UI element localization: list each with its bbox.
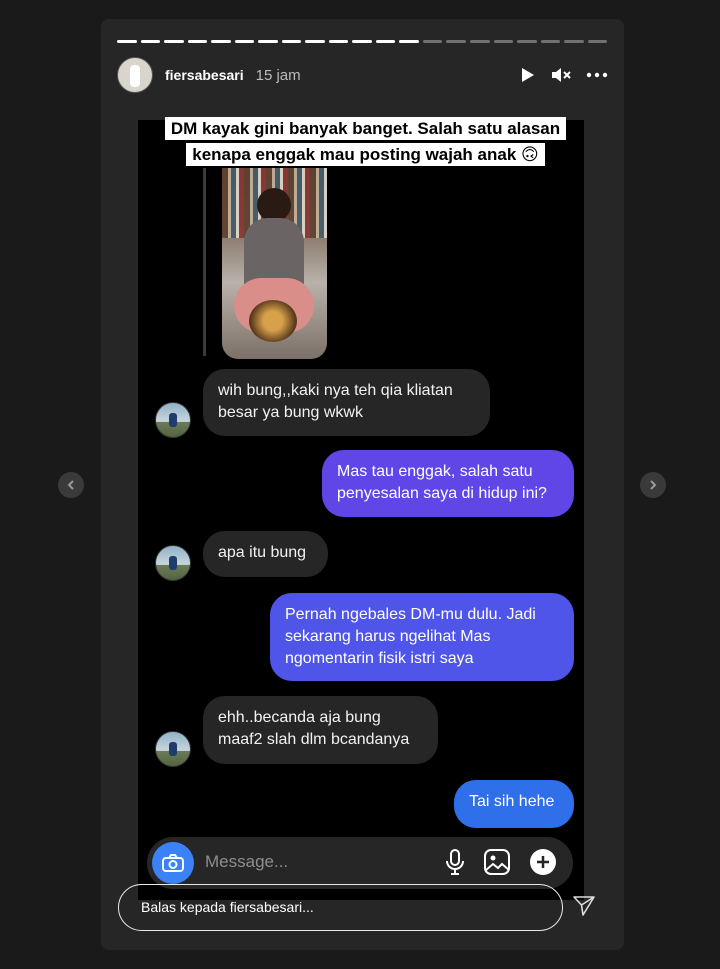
progress-segment: [211, 40, 231, 43]
sender-avatar: [155, 545, 191, 581]
message-outgoing: Mas tau enggak, salah satu penyesalan sa…: [322, 450, 574, 517]
progress-segment: [446, 40, 466, 43]
message-input[interactable]: Message...: [205, 852, 288, 872]
gallery-icon[interactable]: [483, 848, 511, 876]
progress-segment: [117, 40, 137, 43]
progress-segment: [164, 40, 184, 43]
progress-segment: [281, 40, 302, 43]
chevron-right-icon: [650, 480, 657, 490]
message-outgoing: Tai sih hehe: [454, 780, 574, 828]
mute-icon[interactable]: [550, 66, 572, 84]
username[interactable]: fiersabesari: [165, 67, 244, 83]
more-icon[interactable]: [586, 72, 608, 78]
progress-segment: [517, 40, 537, 43]
progress-segment: [352, 40, 372, 43]
post-time: 15 jam: [255, 66, 301, 84]
progress-segment: [399, 40, 419, 43]
plus-icon[interactable]: [529, 848, 557, 876]
message-outgoing: Pernah ngebales DM-mu dulu. Jadi sekaran…: [270, 593, 574, 681]
previous-story-button[interactable]: [58, 472, 84, 498]
story-header: fiersabesari 15 jam: [117, 57, 608, 93]
progress-segment: [140, 40, 161, 43]
message-incoming: ehh..becanda aja bung maaf2 slah dlm bca…: [203, 696, 438, 764]
story-caption: DM kayak gini banyak banget. Salah satu …: [138, 116, 593, 168]
progress-segment: [187, 40, 208, 43]
dm-screenshot: wih bung,,kaki nya teh qia kliatan besar…: [138, 120, 584, 900]
message-incoming: apa itu bung: [203, 531, 328, 577]
microphone-icon[interactable]: [445, 848, 465, 876]
story-viewer: fiersabesari 15 jam wih bung,,kaki nya t…: [101, 19, 624, 950]
progress-segment: [234, 40, 255, 43]
camera-button[interactable]: [152, 842, 194, 884]
reply-indicator: [203, 168, 206, 356]
story-progress-bar: [117, 40, 608, 43]
progress-segment: [305, 40, 325, 43]
sender-avatar: [155, 731, 191, 767]
send-icon[interactable]: [572, 895, 596, 917]
progress-segment: [493, 40, 514, 43]
progress-segment: [328, 40, 349, 43]
play-icon[interactable]: [518, 66, 536, 84]
progress-segment: [540, 40, 561, 43]
sender-avatar: [155, 402, 191, 438]
progress-segment: [375, 40, 396, 43]
shared-photo: [222, 168, 327, 359]
camera-icon: [162, 854, 184, 872]
message-composer[interactable]: Message...: [147, 837, 573, 889]
progress-segment: [258, 40, 278, 43]
progress-segment: [422, 40, 443, 43]
progress-segment: [587, 40, 608, 43]
message-incoming: wih bung,,kaki nya teh qia kliatan besar…: [203, 369, 490, 436]
progress-segment: [564, 40, 584, 43]
next-story-button[interactable]: [640, 472, 666, 498]
chevron-left-icon: [67, 480, 74, 490]
profile-avatar[interactable]: [117, 57, 153, 93]
progress-segment: [469, 40, 490, 43]
reply-input[interactable]: Balas kepada fiersabesari...: [118, 884, 563, 931]
